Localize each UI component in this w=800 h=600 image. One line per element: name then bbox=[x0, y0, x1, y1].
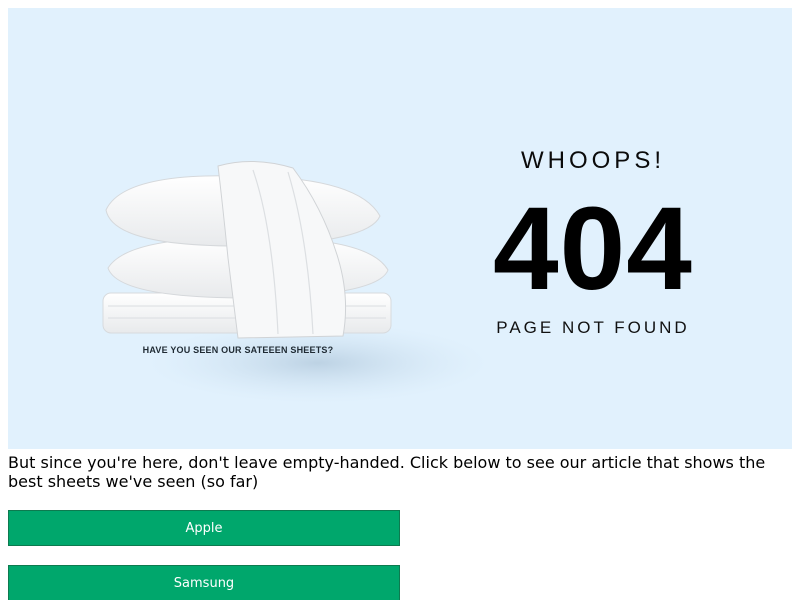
error-heading: WHOOPS! bbox=[520, 147, 665, 174]
sheets-pillows-image bbox=[88, 148, 488, 418]
apple-button[interactable]: Apple bbox=[8, 510, 400, 546]
page-message: But since you're here, don't leave empty… bbox=[8, 453, 766, 491]
samsung-button[interactable]: Samsung bbox=[8, 565, 400, 600]
sheets-caption: HAVE YOU SEEN OUR SATEEEN SHEETS? bbox=[142, 345, 334, 355]
apple-button-label: Apple bbox=[185, 520, 223, 536]
error-code: 404 bbox=[493, 183, 693, 315]
samsung-button-label: Samsung bbox=[173, 575, 235, 591]
hero-banner: HAVE YOU SEEN OUR SATEEEN SHEETS? WHOOPS… bbox=[8, 8, 792, 449]
error-subheading: PAGE NOT FOUND bbox=[496, 318, 690, 337]
page: HAVE YOU SEEN OUR SATEEEN SHEETS? WHOOPS… bbox=[0, 0, 800, 600]
